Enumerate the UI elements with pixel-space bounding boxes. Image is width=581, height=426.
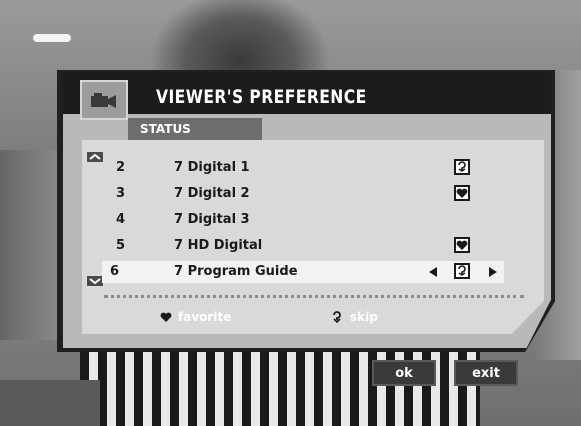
tab-status-label: STATUS bbox=[140, 122, 191, 136]
channel-row[interactable]: 5 7 HD Digital bbox=[108, 235, 504, 257]
background-floor bbox=[0, 380, 100, 426]
legend-favorite-label: favorite bbox=[178, 310, 232, 324]
legend-favorite: favorite bbox=[160, 310, 231, 324]
channel-name: 7 Digital 1 bbox=[174, 160, 250, 175]
ok-button[interactable]: ok bbox=[372, 360, 436, 386]
channel-name: 7 Digital 2 bbox=[174, 186, 250, 201]
skip-icon bbox=[454, 263, 470, 279]
background-left bbox=[0, 150, 60, 340]
channel-row[interactable]: 4 7 Digital 3 bbox=[108, 209, 504, 231]
legend-skip-label: skip bbox=[350, 310, 378, 324]
chevron-down-icon bbox=[89, 278, 101, 285]
camera-icon bbox=[80, 80, 128, 120]
tab-status[interactable]: STATUS bbox=[128, 118, 262, 140]
page-title: VIEWER'S PREFERENCE bbox=[156, 86, 367, 108]
skip-icon bbox=[454, 159, 470, 175]
scroll-up-button[interactable] bbox=[86, 151, 104, 163]
channel-row-selected[interactable]: 6 7 Program Guide bbox=[102, 261, 504, 283]
exit-button[interactable]: exit bbox=[454, 360, 518, 386]
channel-number: 3 bbox=[116, 186, 126, 201]
background-light bbox=[33, 34, 71, 42]
channel-name: 7 Program Guide bbox=[174, 264, 298, 279]
exit-button-label: exit bbox=[472, 365, 500, 381]
channel-name: 7 HD Digital bbox=[174, 238, 263, 253]
legend-skip: skip bbox=[330, 310, 378, 324]
channel-number: 6 bbox=[110, 264, 120, 279]
favorite-icon bbox=[160, 312, 172, 322]
chevron-up-icon bbox=[89, 153, 101, 160]
channel-name: 7 Digital 3 bbox=[174, 212, 250, 227]
skip-icon bbox=[333, 311, 341, 324]
ok-button-label: ok bbox=[395, 365, 413, 381]
favorite-icon bbox=[454, 185, 470, 201]
channel-number: 4 bbox=[116, 212, 126, 227]
arrow-left-icon[interactable] bbox=[428, 266, 438, 278]
divider bbox=[104, 295, 524, 298]
arrow-right-icon[interactable] bbox=[488, 266, 498, 278]
channel-row[interactable]: 3 7 Digital 2 bbox=[108, 183, 504, 205]
channel-number: 5 bbox=[116, 238, 126, 253]
channel-row[interactable]: 2 7 Digital 1 bbox=[108, 157, 504, 179]
favorite-icon bbox=[454, 237, 470, 253]
channel-number: 2 bbox=[116, 160, 126, 175]
